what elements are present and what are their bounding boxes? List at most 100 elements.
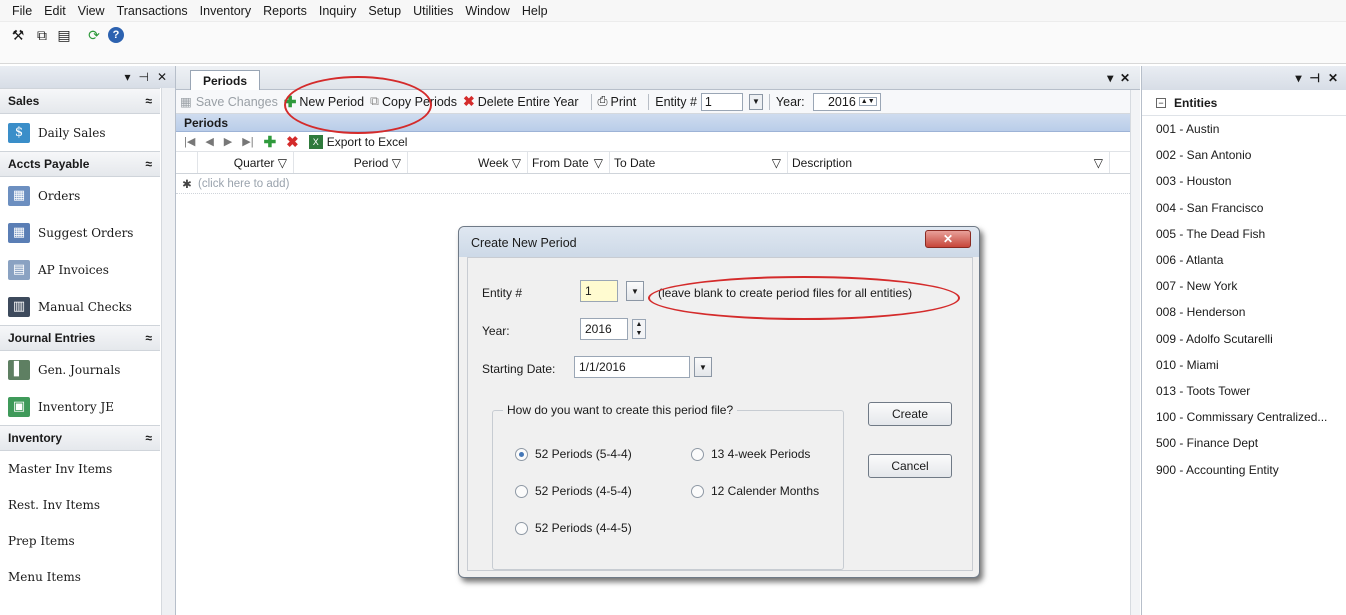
entity-item[interactable]: 007 - New York [1142, 273, 1346, 299]
column-to-date[interactable]: To Date ▽ [610, 152, 788, 173]
menu-inquiry[interactable]: Inquiry [313, 4, 363, 18]
dropdown-icon[interactable]: ▾ [124, 70, 130, 84]
nav-group-sales[interactable]: Sales ≈ [0, 88, 160, 114]
close-icon[interactable]: ✕ [1120, 71, 1130, 85]
nav-group-accts-payable[interactable]: Accts Payable ≈ [0, 151, 160, 177]
document-icon[interactable]: ▤ [54, 25, 74, 45]
entity-item[interactable]: 900 - Accounting Entity [1142, 456, 1346, 482]
radio-52-periods-4-5-4[interactable]: 52 Periods (4-5-4) [515, 484, 632, 498]
column-quarter[interactable]: Quarter ▽ [198, 152, 294, 173]
nav-item-rest-inv-items[interactable]: Rest. Inv Items [0, 487, 160, 523]
collapse-icon[interactable]: − [1156, 97, 1166, 108]
spin-icon[interactable]: ▲▼ [858, 97, 877, 106]
last-record-icon[interactable]: ▶| [242, 135, 253, 148]
nav-item-gen-journals[interactable]: ▌ Gen. Journals [0, 351, 160, 388]
next-record-icon[interactable]: ▶ [224, 135, 232, 148]
year-spinner[interactable]: 2016 ▲▼ [812, 92, 881, 111]
menu-transactions[interactable]: Transactions [111, 4, 194, 18]
new-period-button[interactable]: ✚ New Period [284, 93, 364, 111]
left-panel-scrollbar[interactable] [161, 88, 175, 615]
entity-item[interactable]: 006 - Atlanta [1142, 247, 1346, 273]
dialog-titlebar[interactable]: Create New Period ✕ [459, 227, 979, 257]
nav-item-ap-invoices[interactable]: ▤ AP Invoices [0, 251, 160, 288]
close-icon[interactable]: ✕ [157, 70, 167, 84]
pin-icon[interactable]: ⊣ [1309, 71, 1319, 85]
column-from-date[interactable]: From Date ▽ [528, 152, 610, 173]
spinner-icon[interactable]: ▲ ▼ [632, 319, 646, 339]
new-row[interactable]: ✱ (click here to add) [176, 174, 1140, 194]
refresh-icon[interactable]: ⟳ [84, 25, 104, 45]
radio-52-periods-5-4-4[interactable]: 52 Periods (5-4-4) [515, 447, 632, 461]
calendar-dropdown-icon[interactable]: ▼ [694, 357, 712, 377]
entities-tree-root[interactable]: − Entities [1142, 90, 1346, 116]
menu-file[interactable]: File [6, 4, 38, 18]
nav-item-inventory-je[interactable]: ▣ Inventory JE [0, 388, 160, 425]
cancel-button[interactable]: Cancel [868, 454, 952, 478]
nav-item-orders[interactable]: ▦ Orders [0, 177, 160, 214]
add-record-icon[interactable]: ✚ [264, 133, 277, 151]
menu-setup[interactable]: Setup [362, 4, 407, 18]
radio-13-4-week-periods[interactable]: 13 4-week Periods [691, 447, 810, 461]
menu-edit[interactable]: Edit [38, 4, 72, 18]
entity-item[interactable]: 008 - Henderson [1142, 299, 1346, 325]
column-week[interactable]: Week ▽ [408, 152, 528, 173]
filter-icon[interactable]: ▽ [508, 156, 521, 170]
previous-record-icon[interactable]: ◀ [205, 135, 213, 148]
tab-periods[interactable]: Periods [190, 70, 261, 90]
copy-periods-button[interactable]: ⧉ Copy Periods [370, 94, 457, 109]
entity-select[interactable]: 1 [700, 92, 743, 111]
menu-help[interactable]: Help [516, 4, 554, 18]
first-record-icon[interactable]: |◀ [184, 135, 195, 148]
filter-icon[interactable]: ▽ [772, 156, 781, 170]
menu-view[interactable]: View [72, 4, 111, 18]
entity-item[interactable]: 004 - San Francisco [1142, 195, 1346, 221]
close-icon[interactable]: ✕ [1328, 71, 1338, 85]
create-button[interactable]: Create [868, 402, 952, 426]
nav-group-inventory[interactable]: Inventory ≈ [0, 425, 160, 451]
chevron-down-icon[interactable]: ▼ [626, 281, 644, 301]
help-icon[interactable]: ? [106, 25, 126, 45]
nav-group-journal-entries[interactable]: Journal Entries ≈ [0, 325, 160, 351]
menu-window[interactable]: Window [459, 4, 515, 18]
filter-icon[interactable]: ▽ [1094, 156, 1103, 170]
center-scrollbar[interactable] [1130, 90, 1140, 615]
nav-item-suggest-orders[interactable]: ▦ Suggest Orders [0, 214, 160, 251]
export-to-excel-button[interactable]: X Export to Excel [308, 134, 407, 149]
entity-item[interactable]: 500 - Finance Dept [1142, 430, 1346, 456]
tools-icon[interactable]: ⚒ [8, 25, 28, 45]
menu-reports[interactable]: Reports [257, 4, 313, 18]
dropdown-icon[interactable]: ▾ [1107, 71, 1113, 85]
nav-item-prep-items[interactable]: Prep Items [0, 523, 160, 559]
starting-date-field[interactable]: 1/1/2016 [574, 356, 690, 378]
entity-field[interactable]: 1 [580, 280, 618, 302]
dropdown-icon[interactable]: ▾ [1295, 71, 1301, 85]
copy-icon[interactable]: ⧉ [32, 25, 52, 45]
column-description[interactable]: Description ▽ [788, 152, 1110, 173]
entity-item[interactable]: 013 - Toots Tower [1142, 378, 1346, 404]
filter-icon[interactable]: ▽ [594, 156, 603, 170]
nav-item-master-inv-items[interactable]: Master Inv Items [0, 451, 160, 487]
entity-item[interactable]: 005 - The Dead Fish [1142, 221, 1346, 247]
radio-52-periods-4-4-5[interactable]: 52 Periods (4-4-5) [515, 521, 632, 535]
save-changes-button[interactable]: ▦ Save Changes [180, 94, 278, 110]
entity-item[interactable]: 001 - Austin [1142, 116, 1346, 142]
entity-item[interactable]: 002 - San Antonio [1142, 142, 1346, 168]
entity-item[interactable]: 003 - Houston [1142, 168, 1346, 194]
entity-item[interactable]: 100 - Commissary Centralized... [1142, 404, 1346, 430]
entity-item[interactable]: 009 - Adolfo Scutarelli [1142, 326, 1346, 352]
chevron-down-icon[interactable]: ▼ [748, 93, 763, 110]
filter-icon[interactable]: ▽ [388, 156, 401, 170]
menu-inventory[interactable]: Inventory [194, 4, 257, 18]
nav-item-menu-items[interactable]: Menu Items [0, 559, 160, 595]
filter-icon[interactable]: ▽ [274, 156, 287, 170]
pin-icon[interactable]: ⊣ [138, 70, 148, 84]
nav-item-manual-checks[interactable]: ▥ Manual Checks [0, 288, 160, 325]
radio-12-calender-months[interactable]: 12 Calender Months [691, 484, 819, 498]
delete-record-icon[interactable]: ✖ [286, 133, 299, 151]
entity-item[interactable]: 010 - Miami [1142, 352, 1346, 378]
nav-item-daily-sales[interactable]: $ Daily Sales [0, 114, 160, 151]
menu-utilities[interactable]: Utilities [407, 4, 459, 18]
print-button[interactable]: ⎙ Print [598, 94, 637, 109]
close-icon[interactable]: ✕ [925, 230, 971, 248]
delete-entire-year-button[interactable]: ✖ Delete Entire Year [463, 93, 579, 110]
